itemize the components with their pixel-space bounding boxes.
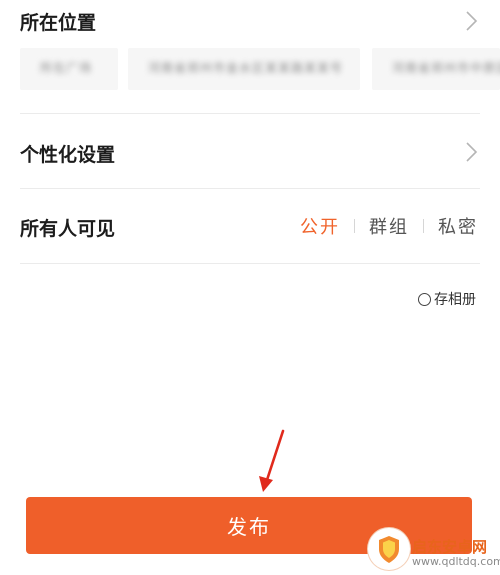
- location-label: 所在位置: [20, 12, 97, 34]
- location-chip[interactable]: 河南省郑州市中原区: [372, 48, 500, 90]
- visibility-option-private[interactable]: 私密: [438, 213, 478, 239]
- option-separator: [423, 219, 424, 233]
- option-separator: [354, 219, 355, 233]
- location-row[interactable]: 所在位置: [20, 4, 480, 34]
- location-chip-text: 河南省郑州市中原区: [392, 61, 500, 75]
- watermark-url: www.qdltdq.com: [412, 555, 500, 568]
- publish-button-label: 发布: [227, 515, 271, 539]
- location-chip-text: 所在广场: [40, 61, 93, 75]
- visibility-option-group[interactable]: 群组: [369, 213, 409, 239]
- save-to-album-label: 存相册: [434, 292, 476, 308]
- location-chip[interactable]: 所在广场: [20, 48, 118, 90]
- location-chip[interactable]: 河南省郑州市金水区某某路某某号: [128, 48, 360, 90]
- divider: [20, 263, 480, 264]
- watermark: 启东安卓网 www.qdltdq.com: [362, 522, 500, 575]
- watermark-title: 启东安卓网: [412, 538, 488, 556]
- visibility-option-public[interactable]: 公开: [300, 213, 340, 239]
- divider: [20, 188, 480, 189]
- shield-logo-icon: [379, 536, 399, 563]
- radio-circle-icon: [418, 292, 431, 306]
- watermark-logo: [368, 528, 410, 570]
- chevron-right-icon: [466, 142, 478, 162]
- annotation-arrow-icon: [259, 429, 285, 492]
- visibility-label: 所有人可见: [20, 218, 116, 240]
- save-to-album-checkbox[interactable]: 存相册: [418, 289, 476, 309]
- location-chip-text: 河南省郑州市金水区某某路某某号: [148, 61, 344, 75]
- divider: [20, 113, 480, 114]
- personalize-row[interactable]: 个性化设置: [20, 136, 480, 168]
- personalize-label: 个性化设置: [20, 144, 116, 166]
- visibility-options: 公开 群组 私密: [300, 214, 478, 238]
- chevron-right-icon: [466, 11, 478, 31]
